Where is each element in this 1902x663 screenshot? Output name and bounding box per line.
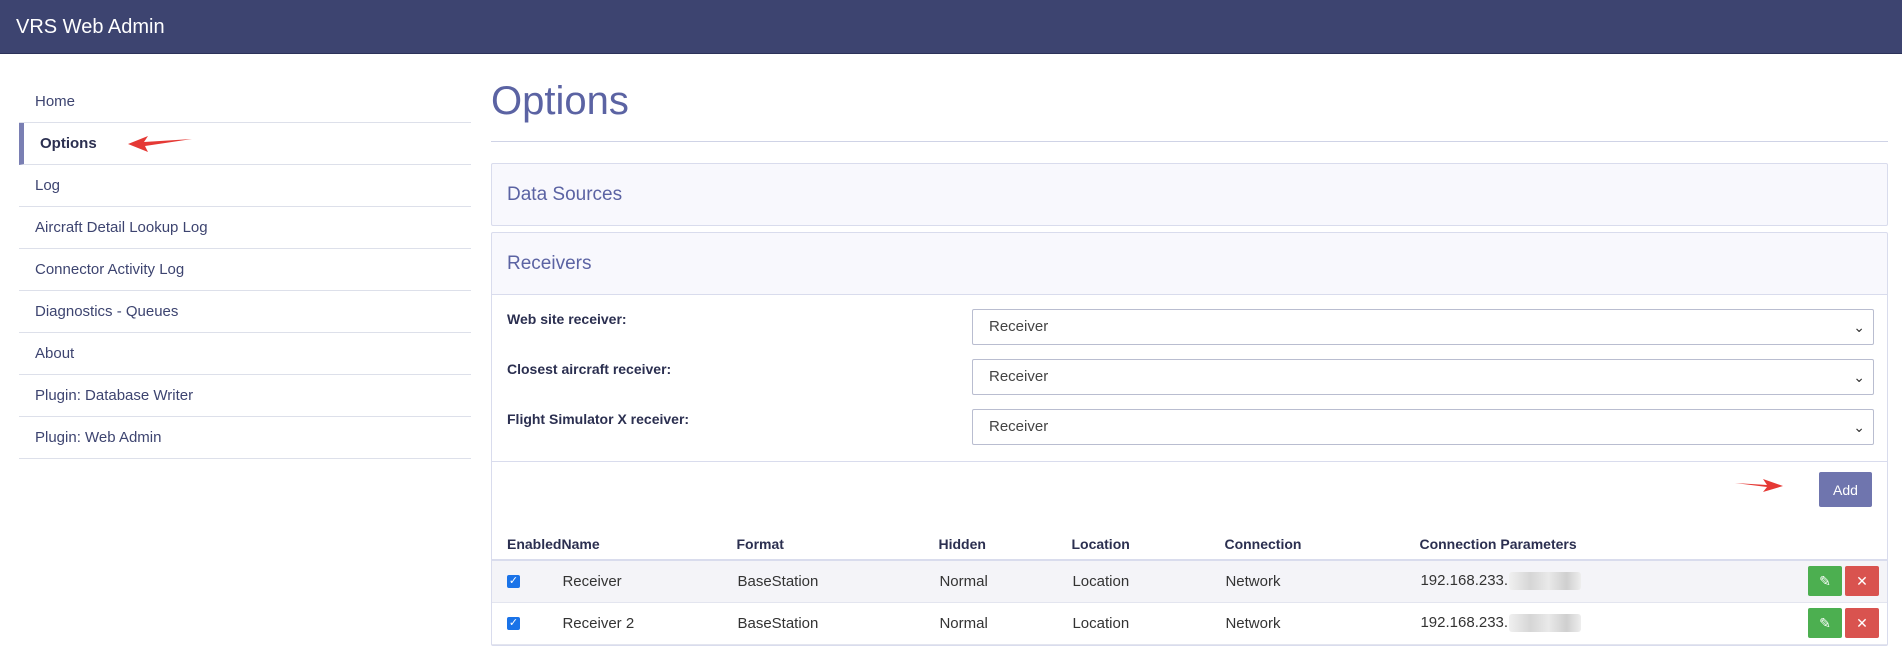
location-cell: Location xyxy=(1071,602,1225,645)
web-site-receiver-row: Web site receiver: Receiver ⌄ xyxy=(492,295,1887,345)
receivers-heading[interactable]: Receivers xyxy=(492,233,1887,294)
edit-button[interactable]: ✎ xyxy=(1808,608,1842,638)
sidebar-item-plugin-database-writer[interactable]: Plugin: Database Writer xyxy=(19,375,471,417)
col-hidden: Hidden xyxy=(938,527,1072,561)
col-enabled: Enabled xyxy=(492,527,562,561)
chevron-down-icon: ⌄ xyxy=(1853,319,1865,335)
web-site-receiver-select[interactable]: Receiver ⌄ xyxy=(972,309,1874,345)
enabled-cell: ✓ xyxy=(492,602,562,645)
col-location: Location xyxy=(1071,527,1225,561)
closest-aircraft-receiver-label: Closest aircraft receiver: xyxy=(507,361,672,377)
app-title[interactable]: VRS Web Admin xyxy=(16,16,165,39)
annotation-arrow-options xyxy=(128,136,192,152)
title-divider xyxy=(491,141,1888,142)
sidebar-item-aircraft-detail-lookup-log[interactable]: Aircraft Detail Lookup Log xyxy=(19,207,471,249)
annotation-arrow-add xyxy=(1735,479,1783,492)
col-format: Format xyxy=(736,527,939,561)
fsx-receiver-label: Flight Simulator X receiver: xyxy=(507,411,690,427)
format-cell: BaseStation xyxy=(736,602,939,645)
pencil-icon: ✎ xyxy=(1819,615,1831,631)
edit-button[interactable]: ✎ xyxy=(1808,566,1842,597)
hidden-cell: Normal xyxy=(938,560,1072,603)
sidebar-item-plugin-web-admin[interactable]: Plugin: Web Admin xyxy=(19,417,471,459)
ip-address-text: 192.168.233. xyxy=(1420,613,1509,631)
enabled-cell: ✓ xyxy=(492,560,562,603)
main-content: Options Data Sources Receivers Web site … xyxy=(491,62,1888,652)
delete-button[interactable]: ✕ xyxy=(1845,566,1879,597)
sidebar-item-about[interactable]: About xyxy=(19,333,471,375)
chevron-down-icon: ⌄ xyxy=(1853,369,1865,385)
connection-parameters-cell: 192.168.233. xyxy=(1419,602,1733,645)
top-nav-bar: VRS Web Admin xyxy=(0,0,1902,54)
redacted-block xyxy=(1509,572,1582,591)
fsx-receiver-select[interactable]: Receiver ⌄ xyxy=(972,409,1874,445)
data-sources-heading[interactable]: Data Sources xyxy=(492,164,1887,225)
sidebar-item-log[interactable]: Log xyxy=(19,165,471,207)
enabled-checkbox[interactable]: ✓ xyxy=(507,617,520,631)
close-icon: ✕ xyxy=(1856,615,1868,631)
web-site-receiver-value: Receiver xyxy=(989,318,1049,335)
actions-cell: ✎ ✕ xyxy=(1732,560,1887,603)
sidebar-item-connector-activity-log[interactable]: Connector Activity Log xyxy=(19,249,471,291)
sidebar: Home Options Log Aircraft Detail Lookup … xyxy=(19,81,471,459)
redacted-block xyxy=(1509,614,1582,633)
format-cell: BaseStation xyxy=(736,560,939,603)
connection-parameters-cell: 192.168.233. xyxy=(1419,560,1733,603)
receivers-table: Enabled Name Format Hidden Location Conn… xyxy=(492,527,1887,645)
add-receiver-button[interactable]: Add xyxy=(1819,472,1872,507)
closest-aircraft-receiver-row: Closest aircraft receiver: Receiver ⌄ xyxy=(492,345,1887,395)
close-icon: ✕ xyxy=(1856,573,1868,590)
receivers-body: Web site receiver: Receiver ⌄ Closest ai… xyxy=(492,294,1887,645)
data-sources-panel: Data Sources xyxy=(491,163,1888,226)
col-connection: Connection xyxy=(1224,527,1420,561)
receiver-form: Web site receiver: Receiver ⌄ Closest ai… xyxy=(492,295,1887,462)
chevron-down-icon: ⌄ xyxy=(1853,419,1865,435)
ip-address-text: 192.168.233. xyxy=(1420,572,1509,590)
col-name: Name xyxy=(561,527,737,561)
enabled-checkbox[interactable]: ✓ xyxy=(507,575,520,589)
closest-aircraft-receiver-value: Receiver xyxy=(989,368,1049,385)
sidebar-item-diagnostics-queues[interactable]: Diagnostics - Queues xyxy=(19,291,471,333)
fsx-receiver-value: Receiver xyxy=(989,418,1049,435)
col-actions xyxy=(1732,527,1887,561)
receivers-panel: Receivers Web site receiver: Receiver ⌄ … xyxy=(491,232,1888,646)
fsx-receiver-row: Flight Simulator X receiver: Receiver ⌄ xyxy=(492,395,1887,445)
sidebar-item-home[interactable]: Home xyxy=(19,81,471,123)
name-cell: Receiver 2 xyxy=(561,602,737,645)
location-cell: Location xyxy=(1071,560,1225,603)
add-toolbar: Add xyxy=(492,462,1887,527)
table-header-row: Enabled Name Format Hidden Location Conn… xyxy=(492,527,1887,561)
table-row: ✓ Receiver 2 BaseStation Normal Location… xyxy=(492,602,1887,645)
hidden-cell: Normal xyxy=(938,602,1072,645)
closest-aircraft-receiver-select[interactable]: Receiver ⌄ xyxy=(972,359,1874,395)
pencil-icon: ✎ xyxy=(1819,573,1831,590)
connection-cell: Network xyxy=(1224,602,1420,645)
table-row: ✓ Receiver BaseStation Normal Location N… xyxy=(492,560,1887,603)
col-connection-parameters: Connection Parameters xyxy=(1419,527,1733,561)
connection-cell: Network xyxy=(1224,560,1420,603)
page-title: Options xyxy=(491,79,629,123)
web-site-receiver-label: Web site receiver: xyxy=(507,311,627,327)
actions-cell: ✎ ✕ xyxy=(1732,602,1887,645)
name-cell: Receiver xyxy=(561,560,737,603)
delete-button[interactable]: ✕ xyxy=(1845,608,1879,638)
sidebar-item-options[interactable]: Options xyxy=(19,123,471,165)
